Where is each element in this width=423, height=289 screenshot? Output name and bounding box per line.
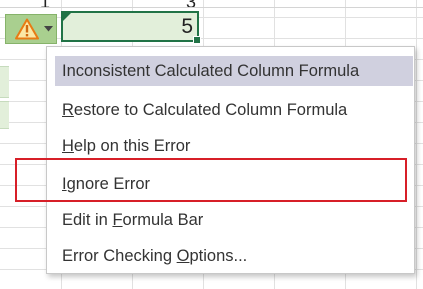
warning-triangle-icon	[15, 18, 39, 40]
menu-item-label: Help on this Error	[62, 137, 191, 155]
cell-top-left-value[interactable]: 1	[40, 0, 50, 7]
adjacent-highlighted-cell[interactable]	[0, 66, 9, 98]
menu-header-label: Inconsistent Calculated Column Formula	[62, 62, 360, 80]
highlight-box	[15, 158, 407, 202]
error-indicator-button[interactable]	[5, 14, 57, 44]
restore-formula-menu-item[interactable]: Restore to Calculated Column Formula	[47, 95, 347, 125]
error-checking-options-menu-item[interactable]: Error Checking Options...	[47, 241, 247, 271]
fill-handle[interactable]	[193, 36, 201, 44]
menu-header: Inconsistent Calculated Column Formula	[55, 56, 413, 86]
edit-in-formula-bar-menu-item[interactable]: Edit in Formula Bar	[47, 205, 203, 235]
menu-item-label: Edit in Formula Bar	[62, 211, 204, 229]
dropdown-arrow-icon	[44, 26, 53, 32]
row-above: 1 3	[0, 0, 423, 8]
adjacent-highlighted-cell[interactable]	[0, 101, 9, 129]
menu-item-label: Restore to Calculated Column Formula	[62, 101, 348, 119]
help-on-error-menu-item[interactable]: Help on this Error	[47, 131, 190, 161]
menu-item-label: Error Checking Options...	[62, 247, 248, 265]
cell-top-right-value[interactable]: 3	[186, 0, 196, 7]
selected-cell[interactable]: 5	[61, 11, 201, 44]
error-marker-triangle	[63, 13, 71, 21]
selected-cell-value: 5	[181, 15, 193, 38]
